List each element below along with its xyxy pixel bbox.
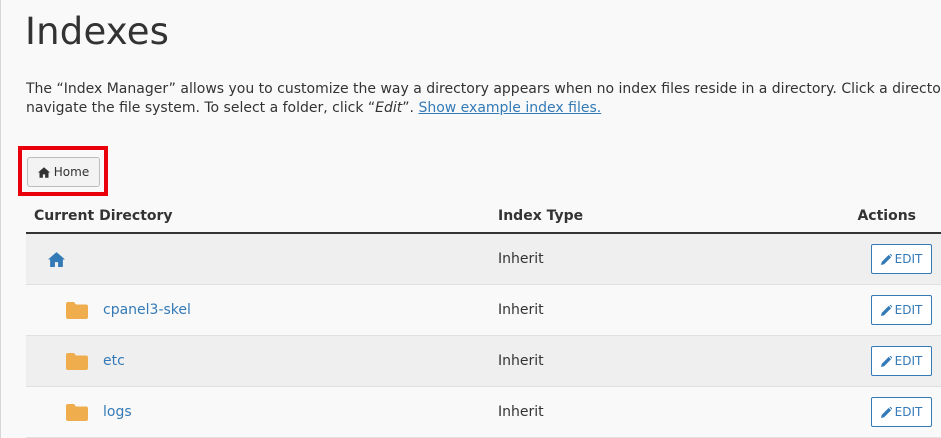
index-type-cell: Inherit — [498, 353, 544, 369]
actions-cell: EDIT — [798, 295, 941, 325]
edit-button[interactable]: EDIT — [871, 244, 932, 274]
description-line-2-prefix: navigate the file system. To select a fo… — [26, 100, 376, 116]
table-header: Current Directory Index Type Actions — [26, 199, 941, 234]
header-index-type[interactable]: Index Type — [498, 208, 798, 224]
table-row: logs Inherit EDIT — [26, 387, 941, 438]
actions-cell: EDIT — [798, 346, 941, 376]
description-line-2: navigate the file system. To select a fo… — [26, 99, 941, 118]
index-type-cell: Inherit — [498, 302, 544, 318]
header-current-directory[interactable]: Current Directory — [26, 208, 498, 224]
page-description: The “Index Manager” allows you to custom… — [26, 80, 941, 118]
edit-button-label: EDIT — [894, 303, 923, 317]
pencil-icon — [880, 406, 892, 418]
directory-link[interactable]: etc — [103, 353, 125, 369]
home-button[interactable]: Home — [27, 157, 100, 187]
description-line-2-suffix: ”. — [402, 100, 419, 116]
header-actions: Actions — [857, 207, 916, 224]
directory-link[interactable]: logs — [103, 404, 132, 420]
index-type-cell: Inherit — [498, 251, 544, 267]
table-row: etc Inherit EDIT — [26, 336, 941, 387]
directory-cell: cpanel3-skel — [26, 301, 498, 319]
folder-icon[interactable] — [66, 352, 88, 370]
table-row: cpanel3-skel Inherit EDIT — [26, 285, 941, 336]
edit-button[interactable]: EDIT — [871, 346, 932, 376]
home-icon — [37, 166, 50, 178]
home-button-label: Home — [53, 165, 90, 179]
edit-button-label: EDIT — [894, 252, 923, 266]
edit-button[interactable]: EDIT — [871, 295, 932, 325]
directory-link[interactable]: cpanel3-skel — [103, 302, 191, 318]
page-title: Indexes — [25, 10, 170, 53]
home-icon[interactable] — [48, 251, 65, 267]
edit-button-label: EDIT — [894, 354, 923, 368]
folder-icon[interactable] — [66, 403, 88, 421]
edit-button-label: EDIT — [894, 405, 923, 419]
table-row: Inherit EDIT — [26, 234, 941, 285]
directory-cell — [26, 251, 498, 267]
edit-button[interactable]: EDIT — [871, 397, 932, 427]
actions-cell: EDIT — [798, 244, 941, 274]
pencil-icon — [880, 304, 892, 316]
actions-cell: EDIT — [798, 397, 941, 427]
pencil-icon — [880, 355, 892, 367]
directory-cell: logs — [26, 403, 498, 421]
folder-icon[interactable] — [66, 301, 88, 319]
page: Indexes The “Index Manager” allows you t… — [0, 0, 941, 438]
show-example-link[interactable]: Show example index files. — [418, 100, 601, 116]
description-edit-emphasis: Edit — [375, 100, 403, 116]
pencil-icon — [880, 253, 892, 265]
index-type-cell: Inherit — [498, 404, 544, 420]
description-line-1: The “Index Manager” allows you to custom… — [26, 81, 941, 97]
directory-cell: etc — [26, 352, 498, 370]
directory-table: Current Directory Index Type Actions Inh… — [26, 199, 941, 438]
